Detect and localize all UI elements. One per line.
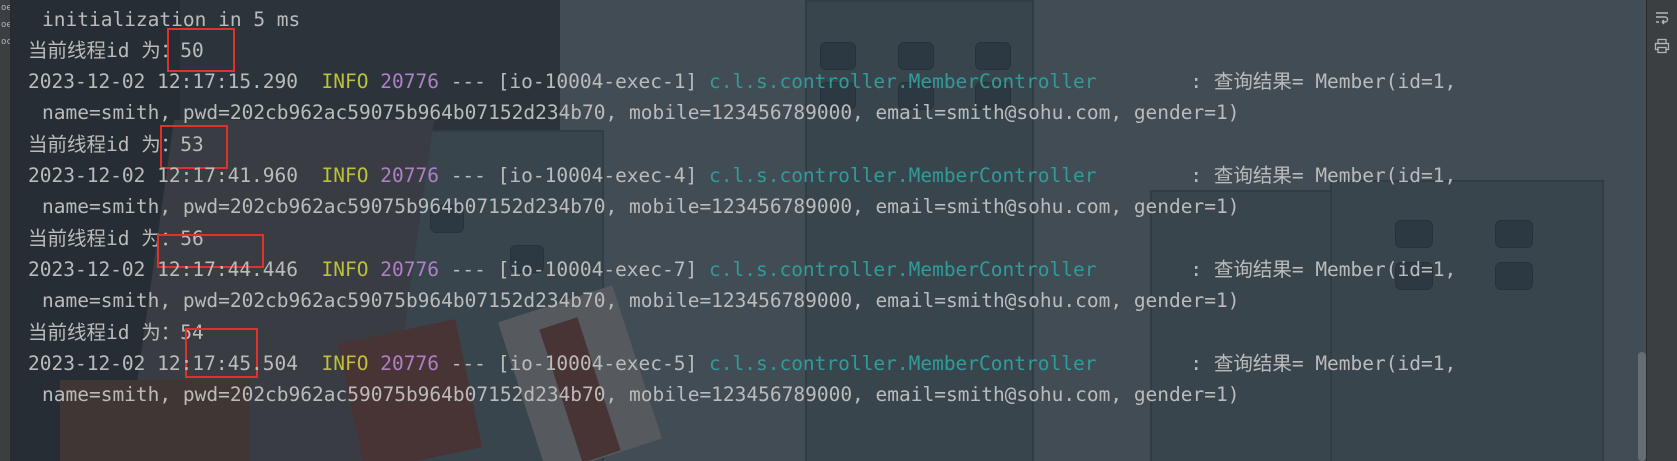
thread-id-line: 当前线程id 为：54 bbox=[28, 320, 204, 346]
log-message: : 查询结果= Member(id=1, bbox=[1096, 70, 1457, 93]
log-thread: [io-10004-exec-5] bbox=[497, 352, 698, 375]
log-timestamp: 2023-12-02 12:17:15.290 bbox=[28, 70, 299, 93]
log-logger[interactable]: c.l.s.controller.MemberController bbox=[709, 70, 1096, 93]
log-continuation: name=smith, pwd=202cb962ac59075b964b0715… bbox=[42, 101, 1240, 124]
log-logger[interactable]: c.l.s.controller.MemberController bbox=[709, 164, 1096, 187]
log-thread: [io-10004-exec-1] bbox=[497, 70, 698, 93]
log-pid: 20776 bbox=[380, 352, 439, 375]
log-timestamp: 2023-12-02 12:17:41.960 bbox=[28, 164, 299, 187]
log-level: INFO bbox=[321, 164, 369, 187]
log-message: : 查询结果= Member(id=1, bbox=[1096, 164, 1457, 187]
log-message: : 查询结果= Member(id=1, bbox=[1096, 352, 1457, 375]
log-level: INFO bbox=[321, 352, 369, 375]
log-continuation: name=smith, pwd=202cb962ac59075b964b0715… bbox=[42, 383, 1240, 406]
log-line: 2023-12-02 12:17:15.290 INFO 20776 --- [… bbox=[28, 69, 1456, 95]
log-pid: 20776 bbox=[380, 258, 439, 281]
log-separator: --- bbox=[450, 352, 486, 375]
log-logger[interactable]: c.l.s.controller.MemberController bbox=[709, 258, 1096, 281]
log-line: 2023-12-02 12:17:41.960 INFO 20776 --- [… bbox=[28, 163, 1456, 189]
log-thread: [io-10004-exec-4] bbox=[497, 164, 698, 187]
log-separator: --- bbox=[450, 258, 486, 281]
console-toolbar bbox=[1646, 0, 1677, 461]
log-separator: --- bbox=[450, 70, 486, 93]
console-output[interactable]: initialization in 5 ms 当前线程id 为：50 2023-… bbox=[0, 0, 1636, 461]
log-message: : 查询结果= Member(id=1, bbox=[1096, 258, 1457, 281]
thread-id-prefix: 当前线程id 为： bbox=[28, 321, 181, 344]
log-level: INFO bbox=[321, 258, 369, 281]
log-pid: 20776 bbox=[380, 164, 439, 187]
soft-wrap-icon[interactable] bbox=[1654, 10, 1670, 26]
log-line: 2023-12-02 12:17:44.446 INFO 20776 --- [… bbox=[28, 257, 1456, 283]
log-logger[interactable]: c.l.s.controller.MemberController bbox=[709, 352, 1096, 375]
log-timestamp: 2023-12-02 12:17:44.446 bbox=[28, 258, 299, 281]
print-icon[interactable] bbox=[1654, 38, 1670, 54]
log-continuation: name=smith, pwd=202cb962ac59075b964b0715… bbox=[42, 195, 1240, 218]
scrollbar-thumb[interactable] bbox=[1638, 352, 1646, 461]
log-line: 2023-12-02 12:17:45.504 INFO 20776 --- [… bbox=[28, 351, 1456, 377]
log-level: INFO bbox=[321, 70, 369, 93]
thread-id-prefix: 当前线程id 为： bbox=[28, 133, 181, 156]
log-thread: [io-10004-exec-7] bbox=[497, 258, 698, 281]
log-pid: 20776 bbox=[380, 70, 439, 93]
highlight-box bbox=[167, 28, 235, 72]
log-continuation: name=smith, pwd=202cb962ac59075b964b0715… bbox=[42, 289, 1240, 312]
log-separator: --- bbox=[450, 164, 486, 187]
thread-id-prefix: 当前线程id 为： bbox=[28, 39, 181, 62]
log-timestamp: 2023-12-02 12:17:45.504 bbox=[28, 352, 299, 375]
